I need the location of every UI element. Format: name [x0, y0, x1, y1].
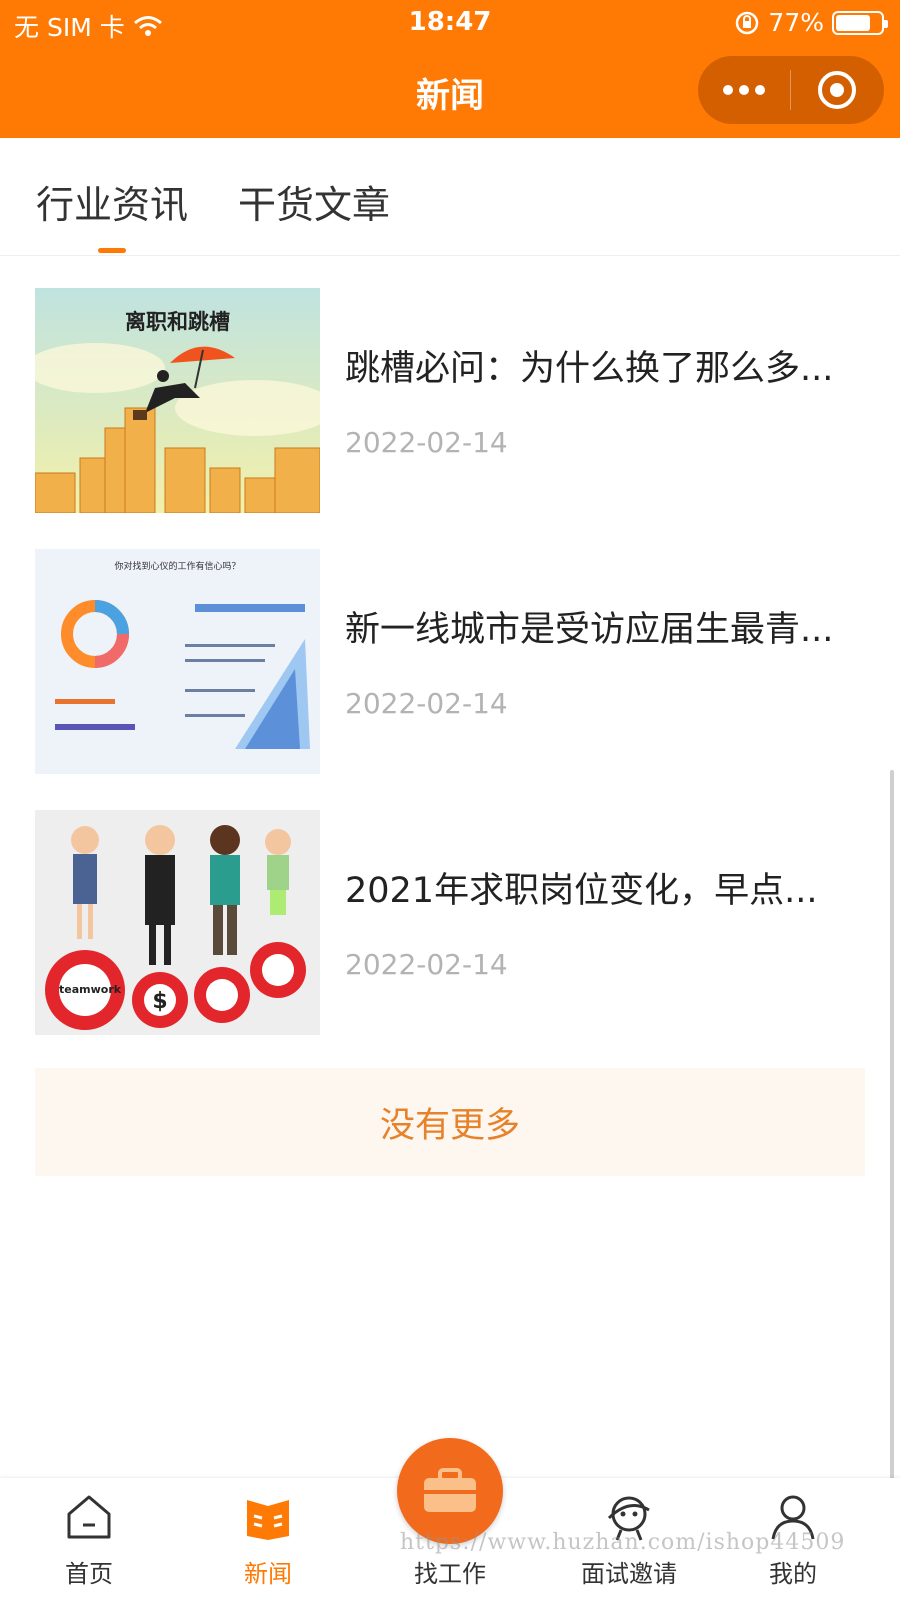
- status-bar: 无 SIM 卡 18:47 77%: [0, 0, 900, 45]
- article-title[interactable]: 跳槽必问：为什么换了那么多...: [345, 340, 865, 391]
- tabbar-news[interactable]: 新闻: [193, 1478, 343, 1600]
- tabbar-label: 首页: [65, 1560, 113, 1588]
- svg-text:$: $: [152, 989, 167, 1014]
- no-more-indicator: 没有更多: [35, 1068, 865, 1176]
- thumb-caption: teamwork: [59, 983, 122, 996]
- briefcase-icon: [424, 1468, 476, 1512]
- home-icon: [67, 1495, 111, 1539]
- list-item[interactable]: 离职和跳槽 跳槽必问：为什么换了那么多... 2022-02-14: [35, 288, 865, 513]
- battery-icon: [832, 10, 888, 35]
- thumb-caption: 你对找到心仪的工作有信心吗？: [114, 562, 241, 572]
- tabbar-label: 面试邀请: [581, 1560, 677, 1588]
- battery-percent: 77%: [768, 8, 824, 37]
- article-date: 2022-02-14: [345, 687, 508, 720]
- category-tabs: 行业资讯 干货文章: [0, 138, 900, 256]
- tabbar-home[interactable]: 首页: [14, 1478, 164, 1600]
- tabbar-label: 新闻: [244, 1560, 292, 1588]
- thumb-caption: 离职和跳槽: [125, 310, 230, 334]
- active-tab-indicator: [98, 248, 126, 253]
- news-book-icon: [247, 1500, 289, 1540]
- rotation-lock-icon: [736, 11, 759, 34]
- article-list: 离职和跳槽 跳槽必问：为什么换了那么多... 2022-02-14 你对找到心仪…: [35, 288, 865, 1071]
- list-item[interactable]: $ teamwork 2021年求职岗位变化，早点... 2022-02-14: [35, 810, 865, 1035]
- more-dots-icon[interactable]: [698, 56, 790, 124]
- tab-practical-articles[interactable]: 干货文章: [238, 174, 390, 229]
- watermark-text: https://www.huzhan.com/ishop44509: [400, 1530, 846, 1555]
- tab-industry-news[interactable]: 行业资讯: [36, 174, 188, 229]
- article-thumbnail: 离职和跳槽: [35, 288, 320, 513]
- close-circle-icon[interactable]: [791, 56, 883, 124]
- article-title[interactable]: 新一线城市是受访应届生最青...: [345, 601, 865, 652]
- find-job-fab[interactable]: [397, 1438, 503, 1544]
- top-header: 无 SIM 卡 18:47 77% 新闻: [0, 0, 900, 138]
- tabbar-label: 找工作: [414, 1560, 486, 1588]
- article-date: 2022-02-14: [345, 426, 508, 459]
- scrollbar[interactable]: [890, 770, 894, 1480]
- tabbar-label: 我的: [769, 1560, 817, 1588]
- article-thumbnail: $ teamwork: [35, 810, 320, 1035]
- article-title[interactable]: 2021年求职岗位变化，早点...: [345, 862, 865, 913]
- miniprogram-capsule: [698, 56, 884, 124]
- article-thumbnail: 你对找到心仪的工作有信心吗？: [35, 549, 320, 774]
- list-item[interactable]: 你对找到心仪的工作有信心吗？ 新一线城市是受访应届生最青... 2022-02-…: [35, 549, 865, 774]
- article-date: 2022-02-14: [345, 948, 508, 981]
